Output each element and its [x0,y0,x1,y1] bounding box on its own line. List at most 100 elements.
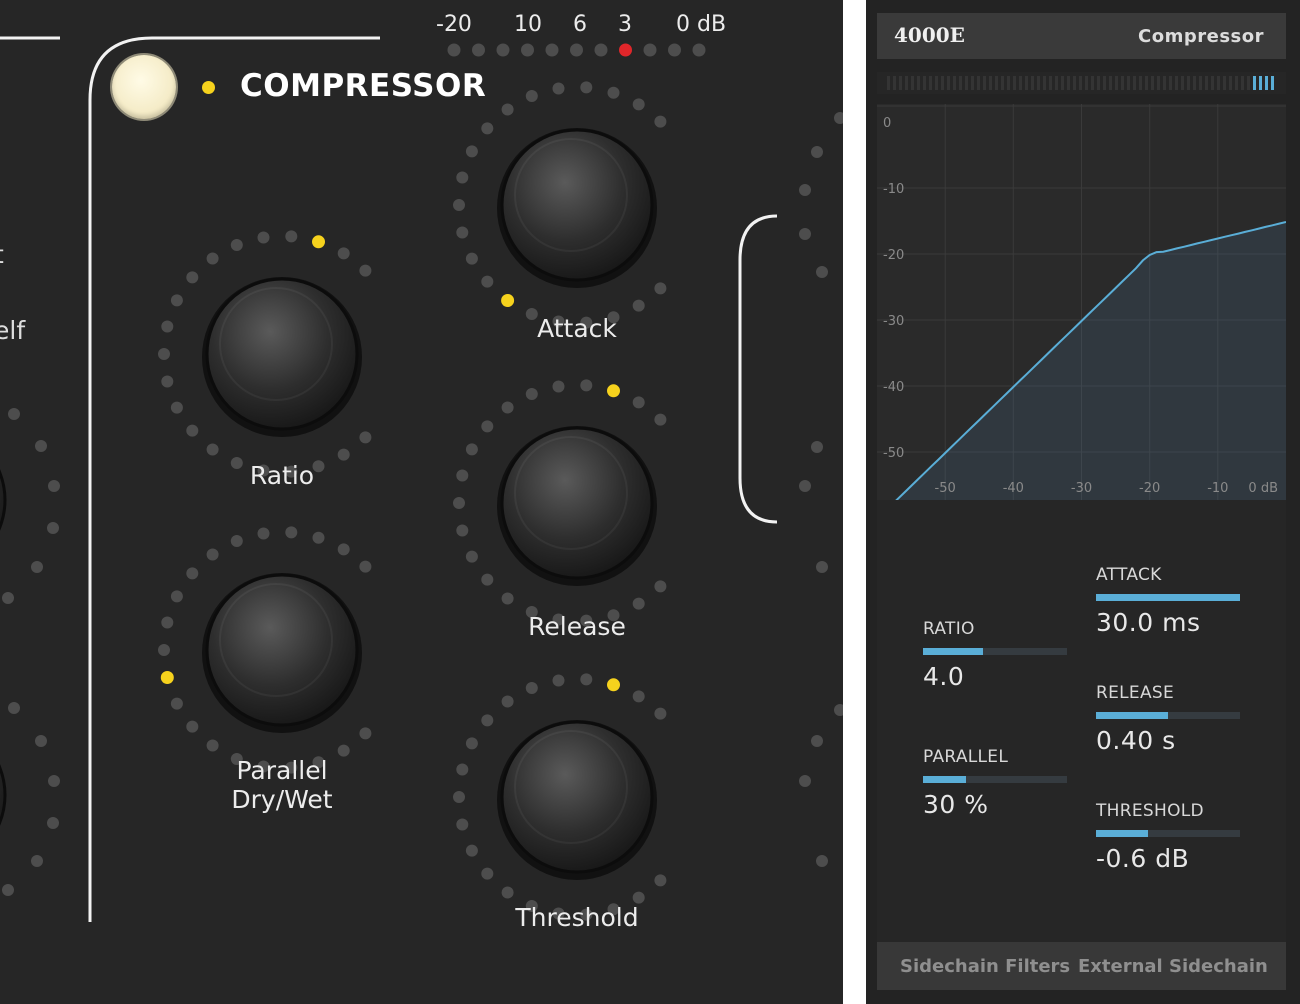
transfer-curve-svg: 0 -10 -20 -30 -40 -50 -50 -40 -30 -20 -10 0 dB [877,104,1286,500]
ratio-knob[interactable] [205,277,359,431]
attack-slider-fill [1096,594,1240,601]
meter-bar [923,76,926,90]
meter-label-minus20: -20 [436,12,472,37]
threshold-label: THRESHOLD [1096,801,1204,821]
adjacent-section-text: t l elf [0,236,25,350]
meter-bar [935,76,938,90]
ring-dot [453,497,465,509]
compressor-power-button[interactable] [112,55,176,119]
meter-bar [1043,76,1046,90]
meter-bar [1127,76,1130,90]
ring-dot [2,592,14,604]
parallel-position-led [160,671,174,684]
release-slider[interactable] [1096,712,1240,719]
attack-knob[interactable] [500,128,654,282]
meter-bar [1247,76,1250,90]
parallel-knob[interactable] [205,573,359,727]
ring-dot [580,81,593,94]
meter-bar [1049,76,1052,90]
ring-dot [481,714,494,727]
ring-dot [186,567,199,580]
tab-sidechain-filters[interactable]: Sidechain Filters [900,956,1070,977]
hardware-compressor-panel: -20 10 6 3 0 dB COMPRESSOR t l elf Ratio… [0,0,843,1004]
x-tick-label: -30 [1071,481,1092,496]
meter-bar [1187,76,1190,90]
meter-bar [1223,76,1226,90]
tab-external-sidechain[interactable]: External Sidechain [1078,956,1268,977]
threshold-slider[interactable] [1096,830,1240,837]
ring-dot [453,791,465,803]
ring-dot [337,543,350,556]
meter-bar [905,76,908,90]
meter-bar [1085,76,1088,90]
ring-dot [48,775,60,787]
ring-dot [465,443,478,456]
attack-slider[interactable] [1096,594,1240,601]
ring-dot [453,199,465,211]
ring-dot [501,695,514,708]
transfer-curve-graph: 0 -10 -20 -30 -40 -50 -50 -40 -30 -20 -10 0 dB [877,104,1286,500]
meter-bar [977,76,980,90]
meter-bar [1037,76,1040,90]
ring-dot [170,590,183,603]
meter-bar [1151,76,1154,90]
release-position-led [607,384,620,398]
compressor-title: COMPRESSOR [240,68,487,104]
meter-label-3: 3 [618,12,632,37]
ring-dot [8,702,20,714]
hardware-graphics [0,36,843,922]
ring-dot [552,674,565,687]
meter-bar [971,76,974,90]
y-tick-label: -40 [883,380,904,395]
meter-bar [1103,76,1106,90]
meter-bar [1091,76,1094,90]
ring-dot [206,739,219,752]
parallel-slider[interactable] [923,776,1067,783]
ring-dot [359,264,372,277]
ring-dot [456,226,469,239]
ring-dot [285,526,298,539]
meter-led [521,43,534,57]
adjacent-knob [0,764,7,826]
meter-bar [1175,76,1178,90]
ratio-knob-group [158,230,372,478]
ring-dot [552,82,565,95]
meter-bar [1241,76,1244,90]
ring-dot [337,744,350,757]
parallel-slider-fill [923,776,967,783]
ring-dot [48,480,60,492]
ring-dot [481,420,494,433]
meter-led [570,43,583,57]
ring-dot [799,480,811,492]
x-tick-label: -40 [1003,481,1024,496]
meter-bar [983,76,986,90]
meter-bar [1163,76,1166,90]
meter-bar [1205,76,1208,90]
ring-dot [257,527,270,540]
meter-bar [1019,76,1022,90]
meter-bar [1061,76,1064,90]
ring-dot [654,707,667,720]
x-tick-label: -50 [935,481,956,496]
meter-bar [1199,76,1202,90]
meter-bar [1109,76,1112,90]
ring-dot [501,592,514,605]
meter-bar [941,76,944,90]
ring-dot [456,171,469,184]
fragment-text: l [0,274,25,312]
ratio-label: RATIO [923,619,975,639]
ring-dot [31,855,43,867]
ring-dot [359,431,372,444]
ring-dot [359,560,372,573]
threshold-knob[interactable] [500,720,654,874]
ring-dot [816,561,828,573]
release-label: RELEASE [1096,683,1175,703]
meter-bar [1157,76,1160,90]
ring-dot [811,441,823,453]
ring-dot [501,401,514,414]
release-knob[interactable] [500,426,654,580]
ratio-value: 4.0 [923,662,965,691]
parallel-knob-label: Parallel Dry/Wet [231,756,333,814]
ring-dot [170,401,183,414]
ratio-slider[interactable] [923,648,1067,655]
